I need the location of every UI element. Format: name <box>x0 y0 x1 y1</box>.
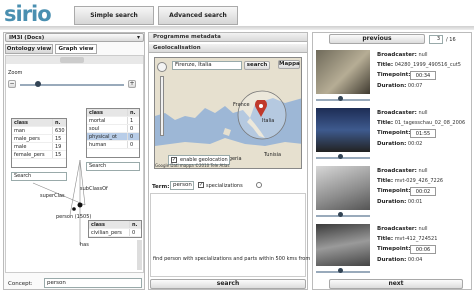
table-row[interactable]: man 630 <box>12 127 66 135</box>
video-progress-handle[interactable] <box>338 154 343 159</box>
map-label-france: France <box>233 102 250 108</box>
previous-button[interactable]: previous <box>329 34 425 44</box>
map-type-button[interactable]: Mappa <box>278 60 300 69</box>
next-button[interactable]: next <box>329 279 463 289</box>
search-input-b[interactable]: Search <box>86 162 140 171</box>
video-progress-handle[interactable] <box>338 96 343 101</box>
map-marker-icon[interactable] <box>254 98 268 118</box>
panel-title-geolocalisation: Geolocalisation <box>149 44 307 53</box>
table-row[interactable]: female_pers 15 <box>12 151 66 159</box>
timepoint-field[interactable]: 00:02 <box>410 187 436 196</box>
dataset-select[interactable]: IM3I (Docs) ▾ <box>5 33 144 42</box>
tab-ontology-view[interactable]: Ontology view <box>5 44 53 54</box>
search-button[interactable]: search <box>150 279 306 289</box>
video-thumbnail[interactable] <box>316 108 370 152</box>
edge-label-superclass: superClas <box>40 193 65 199</box>
table-header: class n. <box>89 221 141 229</box>
class-table-a[interactable]: class n. man 630 male_pers 15 male 19 female… <box>11 118 67 168</box>
video-thumbnail[interactable] <box>316 166 370 210</box>
map-pan-control[interactable] <box>157 62 167 72</box>
term-label: Term: <box>152 184 170 190</box>
table-row[interactable]: male_pers 15 <box>12 135 66 143</box>
search-input-a[interactable]: Search <box>11 172 67 181</box>
timepoint-field[interactable]: 00:34 <box>410 71 436 80</box>
query-textarea[interactable]: find person with specializations and par… <box>150 193 310 277</box>
app-logo: sirio <box>4 2 52 26</box>
tab-advanced-search[interactable]: Advanced search <box>158 6 238 25</box>
panel-title-metadata: Programme metadata <box>149 33 307 42</box>
edge-label-subclassof: subClassOf <box>80 186 108 192</box>
video-progress-handle[interactable] <box>338 212 343 217</box>
video-progress[interactable] <box>316 271 370 273</box>
video-progress-handle[interactable] <box>338 268 343 273</box>
result-item[interactable]: Broadcaster: null Title: 01_tagesschau_0… <box>316 108 468 164</box>
radio-icon[interactable] <box>256 182 262 188</box>
video-thumbnail[interactable] <box>316 224 370 266</box>
edge-label-has: has <box>80 242 89 248</box>
class-table-c[interactable]: class n. civilian_pers 0 <box>88 220 142 238</box>
node-person[interactable]: person (1505) <box>56 214 91 220</box>
map-label-tunisia: Tunisia <box>264 152 282 158</box>
page-total: / 16 <box>446 37 456 43</box>
table-header: class n. <box>12 119 66 127</box>
chevron-down-icon: ▾ <box>136 34 140 41</box>
table-row[interactable]: soul 0 <box>87 125 139 133</box>
map-search-input[interactable]: Firenze, Italia <box>172 61 242 70</box>
table-row[interactable]: civilian_pers 0 <box>89 229 141 237</box>
map-label-italia: Italia <box>262 118 275 124</box>
specializations-checkbox[interactable]: ✓ <box>198 182 204 188</box>
timepoint-field[interactable]: 00:06 <box>410 245 436 254</box>
page-number-field[interactable]: 3 <box>429 35 443 44</box>
tab-simple-search[interactable]: Simple search <box>74 6 154 25</box>
map-footer: Google Dati mappa ©2010 Tele Atlas <box>155 163 230 168</box>
video-progress[interactable] <box>316 99 370 101</box>
tab-graph-view[interactable]: Graph view <box>55 44 97 54</box>
result-item[interactable]: Broadcaster: null Title: mvt-029_426_722… <box>316 166 468 222</box>
video-thumbnail[interactable] <box>316 50 370 94</box>
timepoint-field[interactable]: 01:55 <box>410 129 436 138</box>
map-zoom-slider[interactable] <box>160 76 164 136</box>
header-divider <box>0 26 474 30</box>
concept-label: Concept: <box>8 281 33 287</box>
term-input[interactable]: person <box>170 181 194 190</box>
result-item[interactable]: Broadcaster: null Title: mvt-412_724521 … <box>316 224 468 276</box>
class-table-b[interactable]: class n. mortal 1 soul 0 physical_ot 0 human… <box>86 108 140 158</box>
table-row-selected[interactable]: physical_ot 0 <box>87 133 139 141</box>
video-progress[interactable] <box>316 215 370 217</box>
specializations-label: specializations <box>206 183 243 189</box>
table-row[interactable]: mortal 1 <box>87 117 139 125</box>
video-progress[interactable] <box>316 157 370 159</box>
map-search-button[interactable]: search <box>244 61 270 70</box>
graph-scrollbar[interactable] <box>137 240 142 270</box>
table-row[interactable]: male 19 <box>12 143 66 151</box>
table-row[interactable]: human 0 <box>87 141 139 149</box>
result-item[interactable]: Broadcaster: null Title: 04280_1999_4905… <box>316 50 468 106</box>
concept-field[interactable]: person <box>44 278 142 288</box>
table-header: class n. <box>87 109 139 117</box>
